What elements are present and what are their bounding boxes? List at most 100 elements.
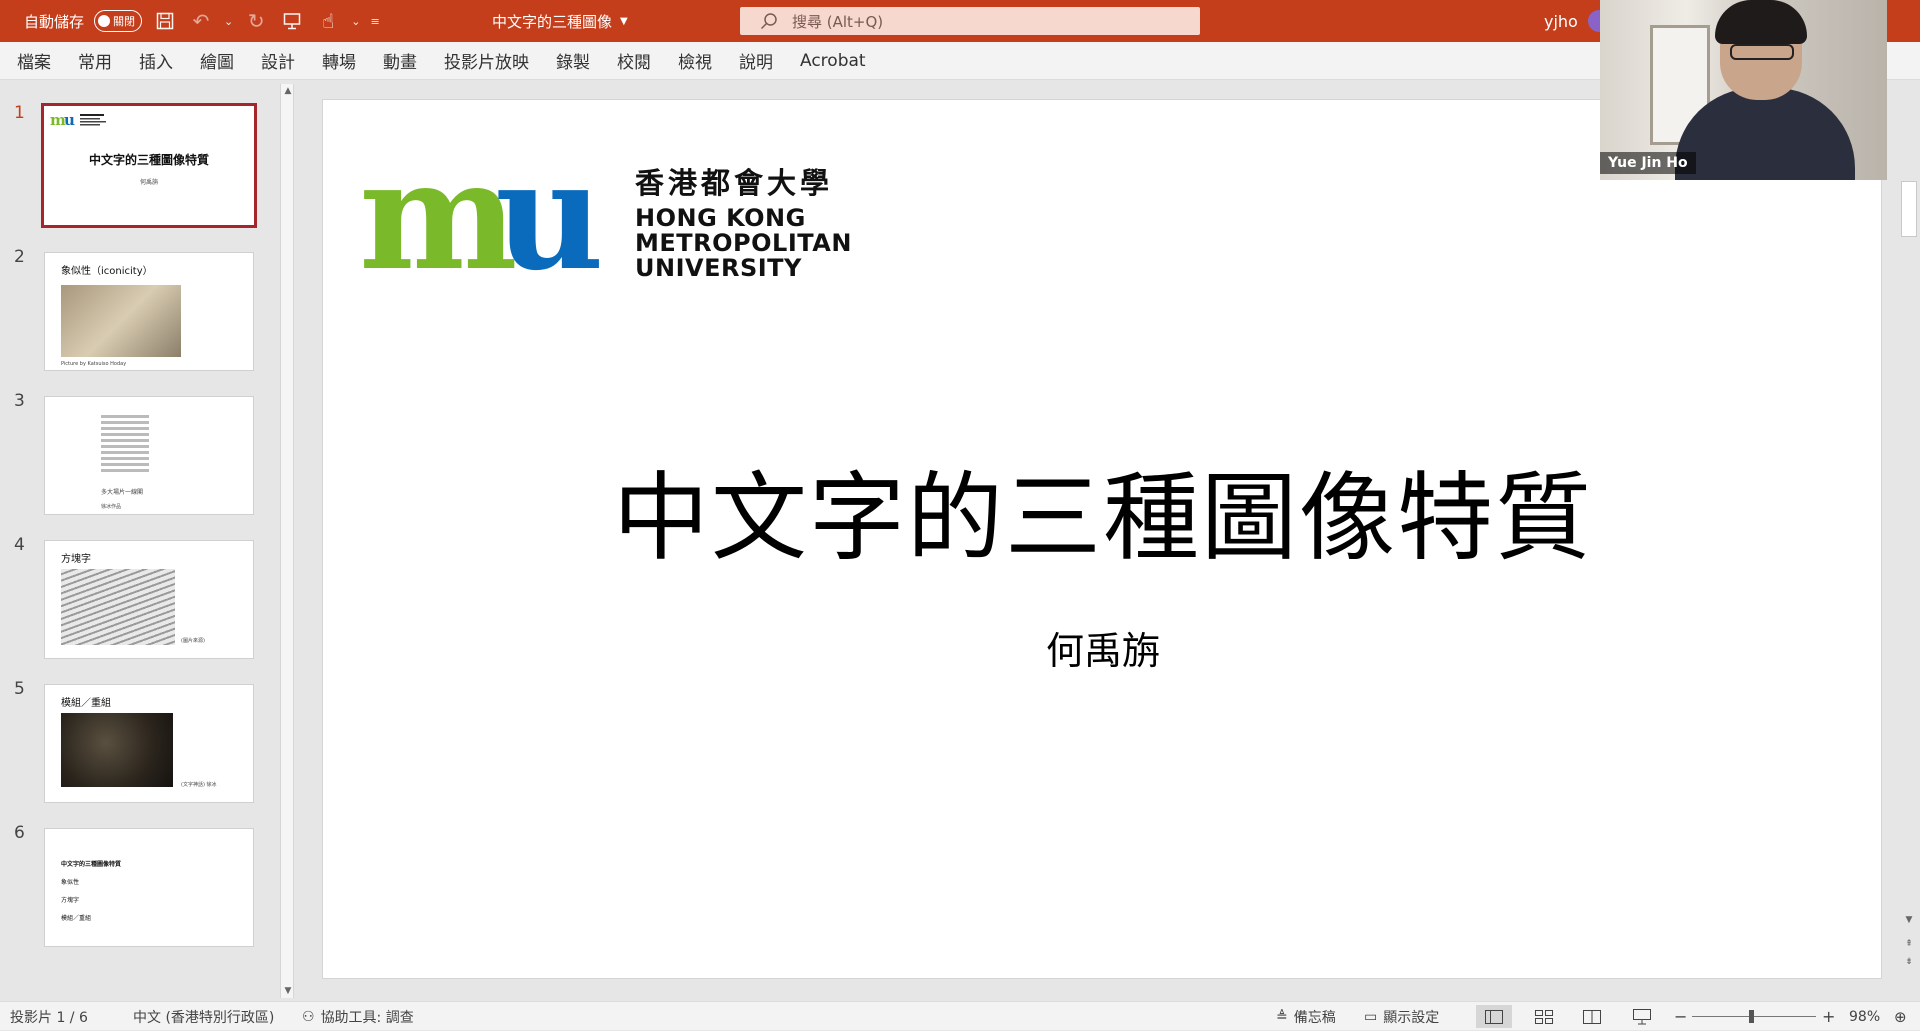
- thumbnail-row-3[interactable]: 3 多大場片一線閣 徐冰作品: [0, 391, 270, 515]
- slide-thumbnail-5[interactable]: 模組／重組 (文字神話) 徐冰: [44, 684, 254, 803]
- tab-draw[interactable]: 繪圖: [200, 48, 247, 73]
- thumbnail-list-item: 方塊字: [61, 897, 80, 904]
- touch-dropdown-icon[interactable]: ⌄: [351, 15, 360, 28]
- previous-slide-icon[interactable]: ⇞: [1902, 937, 1916, 951]
- thumbnail-row-6[interactable]: 6 中文字的三種圖像特質 象似性 方塊字 模組／重組: [0, 823, 270, 947]
- undo-icon[interactable]: ↶: [188, 8, 214, 34]
- slideshow-icon: [1633, 1008, 1651, 1024]
- slide-number: 3: [14, 391, 25, 411]
- slideshow-view-button[interactable]: [1624, 1005, 1660, 1028]
- zoom-in-button[interactable]: +: [1822, 1002, 1835, 1031]
- slide-thumbnail-2[interactable]: 象似性（iconicity） Picture by Katsuiso Hoday: [44, 252, 254, 371]
- reading-view-icon: [1583, 1009, 1601, 1024]
- touch-mode-icon[interactable]: ☝: [315, 8, 341, 34]
- tab-view[interactable]: 檢視: [678, 48, 725, 73]
- quick-access-toolbar: 自動儲存 關閉 ↶ ⌄ ↻ ☝ ⌄ ≡: [24, 0, 380, 42]
- thumbnail-row-4[interactable]: 4 方塊字 (圖片來源): [0, 535, 270, 659]
- redo-icon[interactable]: ↻: [243, 8, 269, 34]
- search-box[interactable]: 搜尋 (Alt+Q): [740, 7, 1200, 35]
- thumbnail-scrollbar[interactable]: ▲ ▼: [280, 84, 294, 998]
- svg-text:u: u: [64, 112, 75, 128]
- logo-chinese-name: 香港都會大學: [635, 166, 834, 200]
- thumbnail-row-2[interactable]: 2 象似性（iconicity） Picture by Katsuiso Hod…: [0, 247, 270, 371]
- slide-subtitle[interactable]: 何禹旃: [323, 620, 1883, 675]
- thumbnail-subtitle: 何禹旃: [139, 179, 158, 186]
- zoom-level[interactable]: 98%: [1849, 1002, 1880, 1031]
- thumbnail-row-5[interactable]: 5 模組／重組 (文字神話) 徐冰: [0, 679, 270, 803]
- thumbnail-caption: (文字神話) 徐冰: [181, 782, 217, 788]
- tab-review[interactable]: 校閱: [617, 48, 664, 73]
- slide-editor: m u 香港都會大學 HONG KONG METROPOLITAN UNIVER…: [302, 81, 1898, 1001]
- logo-english-line: METROPOLITAN: [635, 229, 852, 257]
- video-participant-tile[interactable]: Yue Jin Ho: [1600, 0, 1887, 180]
- scroll-down-icon[interactable]: ▼: [281, 984, 295, 998]
- thumbnail-title: 方塊字: [61, 554, 91, 565]
- notes-button[interactable]: ≜ 備忘稿: [1276, 1002, 1336, 1031]
- slide-title[interactable]: 中文字的三種圖像特質: [323, 440, 1883, 579]
- fit-slide-icon[interactable]: ⊕: [1894, 1002, 1907, 1031]
- toggle-knob: [98, 15, 111, 27]
- thumbnail-caption: Picture by Katsuiso Hoday: [61, 361, 127, 367]
- display-settings-button[interactable]: ▭ 顯示設定: [1364, 1002, 1439, 1031]
- autosave-toggle[interactable]: 關閉: [94, 10, 143, 32]
- slide-thumbnail-3[interactable]: 多大場片一線閣 徐冰作品: [44, 396, 254, 515]
- thumbnail-photo: [61, 713, 173, 787]
- thumbnail-title: 中文字的三種圖像特質: [61, 861, 122, 868]
- thumbnail-caption-small: 徐冰作品: [101, 504, 122, 510]
- logo-english-line: HONG KONG: [635, 204, 806, 232]
- search-icon: [760, 13, 777, 30]
- slide-thumbnail-4[interactable]: 方塊字 (圖片來源): [44, 540, 254, 659]
- save-icon[interactable]: [152, 8, 178, 34]
- reading-view-button[interactable]: [1574, 1005, 1610, 1028]
- thumbnail-title: 象似性（iconicity）: [61, 266, 153, 277]
- tab-slideshow[interactable]: 投影片放映: [444, 48, 542, 73]
- thumbnail-list-item: 象似性: [61, 879, 80, 886]
- status-bar: 投影片 1 / 6 中文 (香港特別行政區) ⚇ 協助工具: 調查 ≜ 備忘稿 …: [0, 1001, 1920, 1030]
- search-placeholder: 搜尋 (Alt+Q): [792, 12, 884, 31]
- document-title-text: 中文字的三種圖像: [492, 12, 613, 31]
- language-indicator[interactable]: 中文 (香港特別行政區): [133, 1002, 274, 1031]
- tab-file[interactable]: 檔案: [17, 48, 64, 73]
- accessibility-label: 協助工具: 調查: [320, 1009, 414, 1026]
- normal-view-button[interactable]: [1476, 1005, 1512, 1028]
- tab-design[interactable]: 設計: [261, 48, 308, 73]
- customize-toolbar-icon[interactable]: ≡: [370, 15, 379, 28]
- present-from-start-icon[interactable]: [279, 8, 305, 34]
- zoom-slider-thumb[interactable]: [1749, 1010, 1755, 1023]
- editor-scrollbar[interactable]: ▼ ⇞ ⇟: [1898, 81, 1920, 1001]
- thumbnail-photo: [61, 569, 175, 645]
- slide-counter: 投影片 1 / 6: [10, 1009, 88, 1026]
- thumbnail-list-item: 模組／重組: [61, 915, 92, 922]
- scrollbar-thumb[interactable]: [1901, 181, 1917, 237]
- logo-english-line: UNIVERSITY: [635, 254, 802, 282]
- normal-view-icon: [1485, 1009, 1503, 1024]
- slide-thumbnail-1[interactable]: m u 中文字的三種圖像特質 何禹旃: [41, 103, 257, 228]
- slide-thumbnail-6[interactable]: 中文字的三種圖像特質 象似性 方塊字 模組／重組: [44, 828, 254, 947]
- university-logo: m u 香港都會大學 HONG KONG METROPOLITAN UNIVER…: [363, 160, 851, 290]
- scroll-up-icon[interactable]: ▲: [281, 84, 295, 98]
- tab-animations[interactable]: 動畫: [383, 48, 430, 73]
- next-slide-icon[interactable]: ⇟: [1902, 955, 1916, 969]
- document-title[interactable]: 中文字的三種圖像 ▼: [492, 0, 628, 42]
- current-slide[interactable]: m u 香港都會大學 HONG KONG METROPOLITAN UNIVER…: [322, 99, 1882, 979]
- tab-transitions[interactable]: 轉場: [322, 48, 369, 73]
- participant-glasses: [1730, 44, 1794, 60]
- slide-sorter-icon: [1535, 1009, 1553, 1024]
- tab-insert[interactable]: 插入: [139, 48, 186, 73]
- scroll-down-icon[interactable]: ▼: [1902, 913, 1916, 927]
- tab-record[interactable]: 錄製: [556, 48, 603, 73]
- tab-home[interactable]: 常用: [78, 48, 125, 73]
- tab-acrobat[interactable]: Acrobat: [800, 51, 879, 71]
- slide-number: 5: [14, 679, 25, 699]
- svg-text:m: m: [363, 160, 515, 280]
- slide-number: 2: [14, 247, 25, 267]
- thumbnail-row-1[interactable]: 1 m u 中文字的三種圖像特質 何禹旃: [0, 103, 270, 228]
- slide-sorter-button[interactable]: [1526, 1005, 1562, 1028]
- slide-number: 1: [14, 103, 25, 123]
- tab-help[interactable]: 說明: [739, 48, 786, 73]
- user-name[interactable]: yjho: [1544, 0, 1578, 42]
- mu-logo-mark: m u: [363, 160, 604, 280]
- zoom-out-button[interactable]: −: [1674, 1002, 1687, 1031]
- accessibility-checker[interactable]: ⚇ 協助工具: 調查: [302, 1002, 414, 1031]
- undo-dropdown-icon[interactable]: ⌄: [224, 15, 233, 28]
